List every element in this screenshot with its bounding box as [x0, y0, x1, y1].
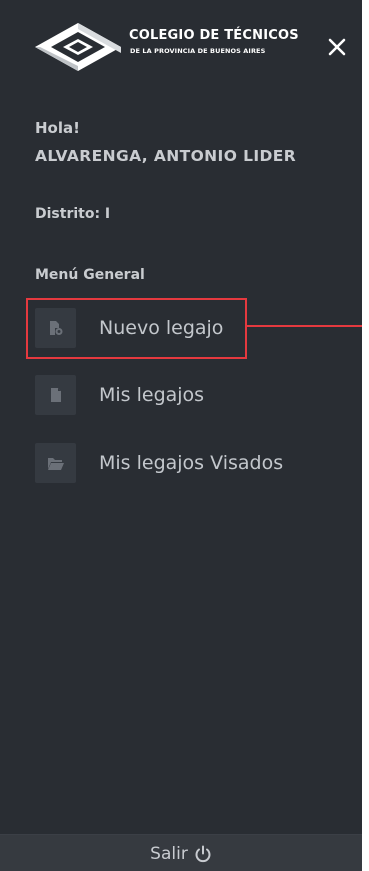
greeting-text: Hola!	[35, 119, 80, 137]
file-icon	[50, 388, 61, 402]
college-logo	[35, 23, 121, 71]
brand-title: COLEGIO DE TÉCNICOS	[129, 28, 299, 43]
menu-icon-container	[35, 375, 76, 415]
page-background-edge	[362, 0, 369, 871]
brand-subtitle: DE LA PROVINCIA DE BUENOS AIRES	[130, 47, 266, 55]
menu-item-mis-legajos[interactable]: Mis legajos	[35, 375, 204, 415]
menu-item-label: Mis legajos Visados	[99, 452, 284, 474]
district-label: Distrito: I	[35, 206, 111, 222]
user-name: ALVARENGA, ANTONIO LIDER	[35, 147, 297, 165]
logout-button[interactable]: Salir	[0, 834, 362, 871]
close-icon	[328, 38, 346, 56]
highlight-annotation-box	[26, 298, 247, 359]
close-button[interactable]	[325, 35, 349, 59]
folder-open-icon	[47, 457, 64, 470]
menu-item-label: Mis legajos	[99, 384, 205, 406]
highlight-annotation-line	[247, 325, 362, 327]
menu-item-mis-legajos-visados[interactable]: Mis legajos Visados	[35, 443, 283, 483]
sidebar-menu: COLEGIO DE TÉCNICOS DE LA PROVINCIA DE B…	[0, 0, 369, 871]
menu-section-title: Menú General	[35, 267, 145, 283]
menu-icon-container	[35, 443, 76, 483]
sidebar-header: COLEGIO DE TÉCNICOS DE LA PROVINCIA DE B…	[0, 0, 362, 85]
power-icon	[194, 845, 212, 863]
logout-label: Salir	[150, 843, 188, 864]
